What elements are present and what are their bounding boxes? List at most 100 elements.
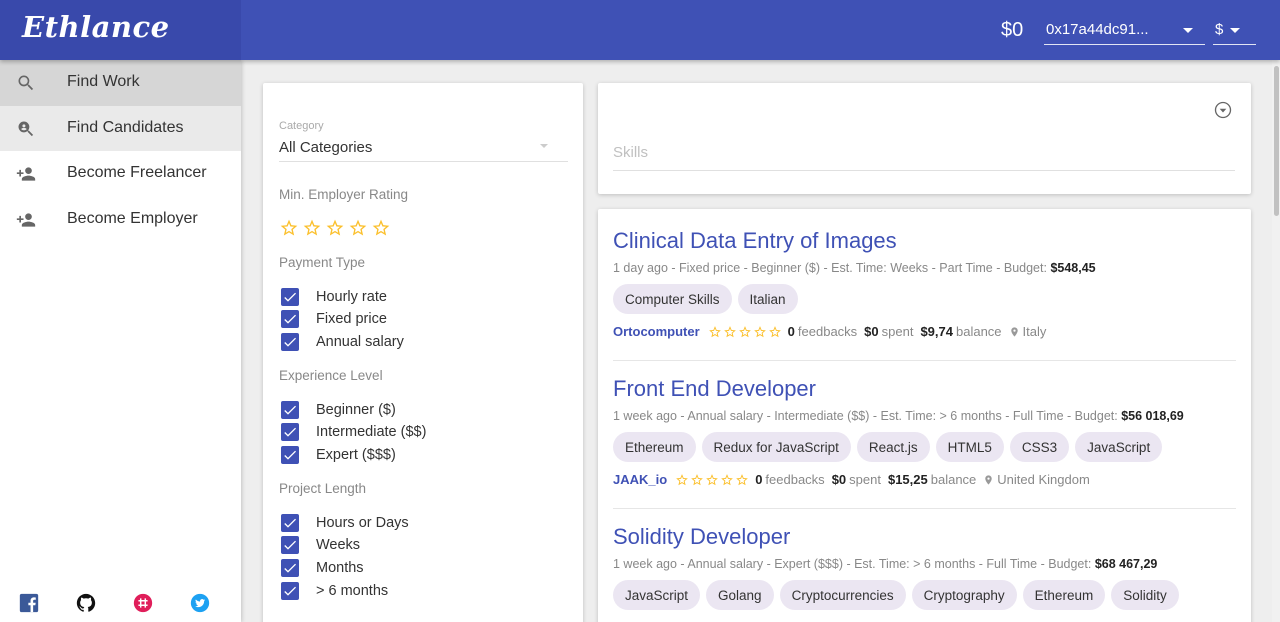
account-address-select[interactable]: 0x17a44dc91... — [1044, 18, 1205, 45]
twitter-icon[interactable] — [189, 592, 211, 614]
employer-country: Italy — [1022, 324, 1047, 339]
skill-chips: Ethereum Redux for JavaScript React.js H… — [613, 432, 1236, 462]
checkbox-checked-icon[interactable] — [281, 559, 299, 577]
employer-row: JAAK_io 0 feedbacks $0 spent $15,25 balance… — [613, 472, 1236, 487]
github-icon[interactable] — [75, 592, 97, 614]
skill-chip[interactable]: Golang — [706, 580, 774, 610]
skill-chip[interactable]: Ethereum — [613, 432, 696, 462]
feedbacks-count: 0 — [755, 472, 763, 487]
checkbox-checked-icon[interactable] — [281, 514, 299, 532]
length-months-checkbox[interactable]: Months — [281, 558, 364, 578]
sidebar: Find Work Find Candidates Become Freelan… — [0, 60, 241, 622]
job-title[interactable]: Front End Developer — [613, 376, 1236, 402]
spent-value: $0 — [831, 472, 847, 487]
sidebar-item-find-candidates[interactable]: Find Candidates — [0, 105, 241, 151]
star-outline-icon[interactable] — [325, 218, 345, 238]
skill-chip[interactable]: Ethereum — [1022, 580, 1106, 610]
skills-input[interactable]: Skills — [613, 144, 648, 161]
skill-chip[interactable]: JavaScript — [1075, 432, 1163, 462]
job-title[interactable]: Clinical Data Entry of Images — [613, 228, 1236, 254]
payment-salary-checkbox[interactable]: Annual salary — [281, 332, 404, 352]
category-select[interactable]: All Categories — [279, 139, 372, 156]
payment-fixed-checkbox[interactable]: Fixed price — [281, 309, 387, 329]
sidebar-item-label: Find Candidates — [67, 118, 184, 136]
checkbox-checked-icon[interactable] — [281, 446, 299, 464]
star-outline-icon — [676, 473, 689, 485]
skill-chip[interactable]: JavaScript — [613, 580, 701, 610]
min-rating-stars[interactable] — [279, 218, 391, 238]
checkbox-checked-icon[interactable] — [281, 423, 299, 441]
sidebar-item-label: Find Work — [67, 73, 140, 90]
person-search-icon — [18, 121, 34, 136]
job-title[interactable]: Solidity Developer — [613, 524, 1236, 550]
chevron-down-icon — [1183, 28, 1193, 33]
skill-chip[interactable]: Computer Skills — [613, 284, 732, 314]
facebook-icon[interactable] — [18, 592, 40, 614]
length-weeks-checkbox[interactable]: Weeks — [281, 535, 360, 555]
job-meta: 1 week ago - Annual salary - Expert ($$$… — [613, 557, 1236, 571]
employer-name[interactable]: JAAK_io — [613, 472, 667, 487]
length-6months-checkbox[interactable]: > 6 months — [281, 581, 388, 601]
skill-chip[interactable]: React.js — [856, 432, 930, 462]
employer-row: Ortocomputer 0 feedbacks $0 spent $9,74 bal… — [613, 324, 1236, 339]
skill-chip[interactable]: Redux for JavaScript — [701, 432, 851, 462]
star-outline-icon[interactable] — [371, 218, 391, 238]
experience-heading: Experience Level — [279, 368, 383, 383]
skill-chip[interactable]: Cryptography — [911, 580, 1017, 610]
logo-area[interactable]: Ethlance — [0, 0, 241, 60]
checkbox-checked-icon[interactable] — [281, 288, 299, 306]
checkbox-checked-icon[interactable] — [281, 401, 299, 419]
app-logo[interactable]: Ethlance — [22, 10, 170, 44]
job-meta-text: 1 week ago - Annual salary - Expert ($$$… — [613, 557, 1095, 571]
job-meta-text: 1 day ago - Fixed price - Beginner ($) -… — [613, 261, 1051, 275]
length-hours-checkbox[interactable]: Hours or Days — [281, 513, 409, 533]
job-meta-text: 1 week ago - Annual salary - Intermediat… — [613, 409, 1122, 423]
sidebar-item-find-work[interactable]: Find Work — [0, 60, 241, 106]
category-label: Category — [279, 120, 324, 132]
currency-select[interactable]: $ — [1213, 18, 1256, 45]
scrollbar-thumb[interactable] — [1274, 66, 1279, 216]
job-budget: $56 018,69 — [1121, 409, 1184, 423]
experience-beginner-checkbox[interactable]: Beginner ($) — [281, 400, 396, 420]
payment-type-heading: Payment Type — [279, 255, 366, 270]
checkbox-label: > 6 months — [316, 583, 389, 599]
checkbox-label: Hours or Days — [316, 515, 409, 531]
skills-filter-card: Skills — [598, 83, 1251, 194]
experience-intermediate-checkbox[interactable]: Intermediate ($$) — [281, 422, 426, 442]
divider — [613, 360, 1236, 361]
category-underline — [279, 161, 568, 162]
star-outline-icon[interactable] — [348, 218, 368, 238]
balance-label: balance — [956, 324, 1002, 339]
expand-circle-icon[interactable] — [1213, 100, 1233, 120]
star-outline-icon[interactable] — [302, 218, 322, 238]
skill-chip[interactable]: Cryptocurrencies — [779, 580, 906, 610]
checkbox-checked-icon[interactable] — [281, 536, 299, 554]
spent-label: spent — [849, 472, 881, 487]
skill-chip[interactable]: HTML5 — [935, 432, 1004, 462]
employer-name[interactable]: Ortocomputer — [613, 324, 700, 339]
chevron-down-icon — [1230, 28, 1240, 33]
star-outline-icon — [706, 473, 719, 485]
project-length-heading: Project Length — [279, 481, 367, 496]
skill-chip[interactable]: Solidity — [1111, 580, 1179, 610]
employer-rating-stars — [708, 325, 782, 339]
sidebar-item-become-employer[interactable]: Become Employer — [0, 197, 241, 243]
checkbox-checked-icon[interactable] — [281, 582, 299, 600]
feedbacks-count: 0 — [787, 324, 795, 339]
payment-hourly-checkbox[interactable]: Hourly rate — [281, 287, 387, 307]
job-card: Solidity Developer 1 week ago - Annual s… — [613, 524, 1236, 610]
checkbox-checked-icon[interactable] — [281, 333, 299, 351]
star-outline-icon[interactable] — [279, 218, 299, 238]
checkbox-label: Hourly rate — [316, 289, 387, 305]
skill-chip[interactable]: CSS3 — [1009, 432, 1070, 462]
experience-expert-checkbox[interactable]: Expert ($$$) — [281, 445, 396, 465]
sidebar-item-become-freelancer[interactable]: Become Freelancer — [0, 151, 241, 197]
checkbox-label: Beginner ($) — [316, 402, 396, 418]
star-outline-icon — [691, 473, 704, 485]
slack-icon[interactable] — [132, 592, 154, 614]
balance-label: balance — [930, 472, 977, 487]
balance-value: $9,74 — [920, 324, 953, 339]
checkbox-checked-icon[interactable] — [281, 310, 299, 328]
chevron-down-icon[interactable] — [540, 144, 548, 148]
skill-chip[interactable]: Italian — [737, 284, 798, 314]
